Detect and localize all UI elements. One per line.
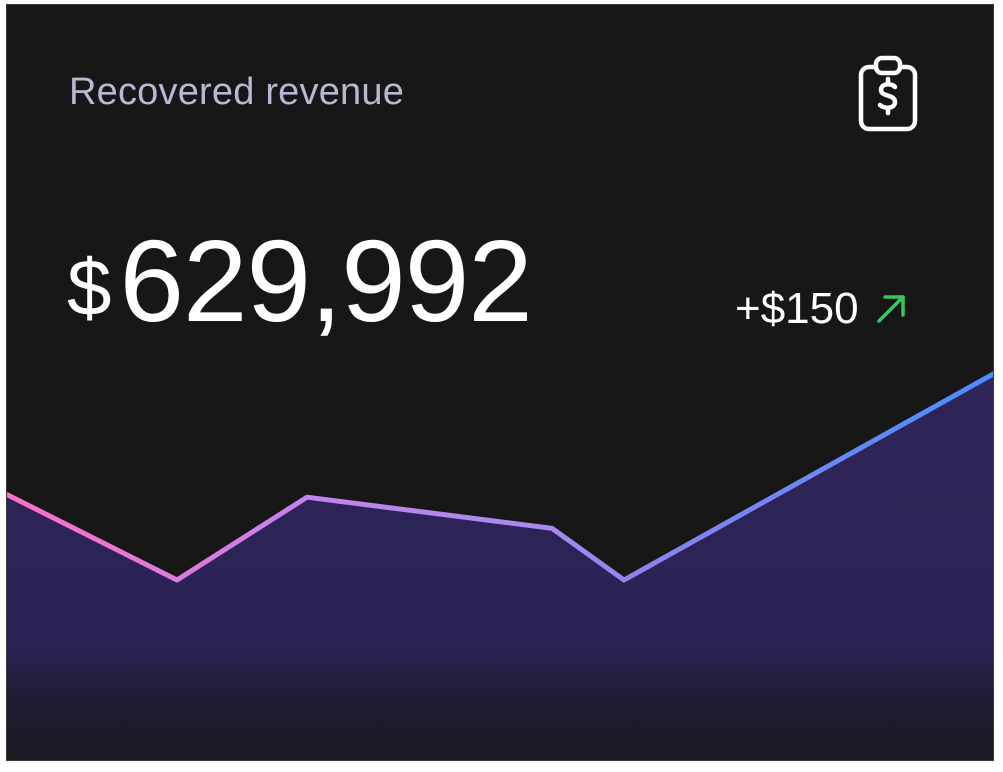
delta-value: +$150 [735,284,859,333]
revenue-amount: $629,992 [67,223,533,339]
recovered-revenue-card: Recovered revenue $629,992 +$150 [6,4,994,761]
revenue-area-chart [7,371,993,760]
arrow-up-right-icon [875,293,907,325]
revenue-delta: +$150 [735,284,907,333]
amount-value: 629,992 [119,216,533,346]
currency-symbol: $ [67,243,112,332]
card-title: Recovered revenue [69,71,405,113]
clipboard-dollar-icon [855,53,921,133]
